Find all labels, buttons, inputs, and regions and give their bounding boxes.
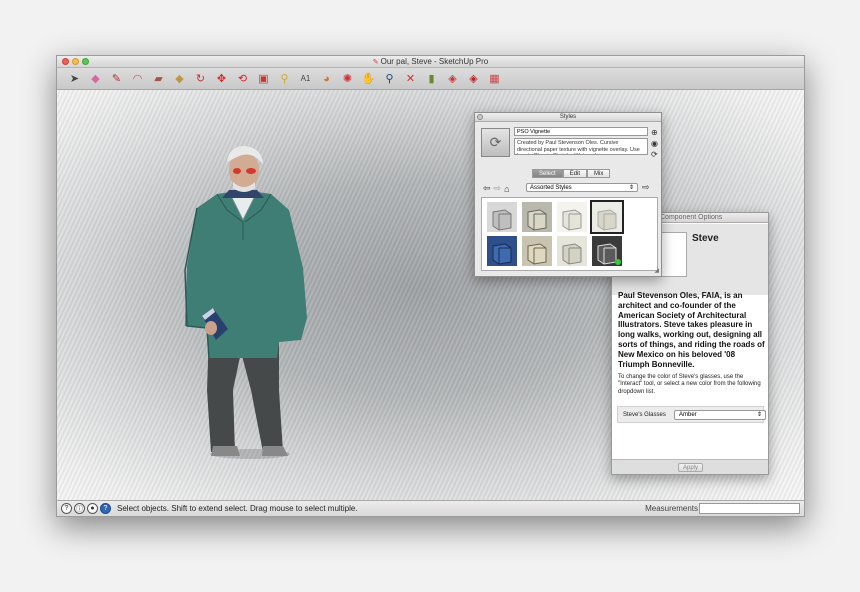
tab-mix[interactable]: Mix: [587, 169, 611, 178]
details-arrow-icon[interactable]: ⇨: [642, 182, 650, 193]
component-name: Steve: [692, 233, 719, 244]
user-icon[interactable]: ●: [87, 503, 98, 514]
style-thumbnail[interactable]: [522, 236, 552, 266]
apply-button[interactable]: Apply: [678, 463, 703, 472]
main-toolbar: ➤ ◆ ✎ ◠ ▰ ◆ ↻ ✥ ⟲ ▣ ⚲ A1 ◕ ✺ ✋ ⚲ ✕ ▮ ◈ ◈…: [57, 68, 804, 90]
refresh-icon: ⟳: [489, 134, 502, 150]
measurements-input[interactable]: [699, 503, 800, 514]
styles-title: Styles: [559, 114, 577, 120]
status-bar: ? ⓘ ● ? Select objects. Shift to extend …: [57, 500, 804, 516]
select-arrows-icon: ⇕: [756, 412, 762, 418]
document-icon: ✎: [372, 59, 379, 66]
glasses-color-select[interactable]: Amber ⇕: [674, 410, 766, 420]
style-side-icons: ⊕ ◉ ⟳: [651, 128, 658, 159]
styles-panel: Styles ⟳ PSO Vignette Created by Paul St…: [474, 112, 662, 277]
styles-close-button[interactable]: [477, 114, 483, 120]
reload-style-icon[interactable]: ⟳: [651, 150, 658, 159]
glasses-attribute-label: Steve's Glasses: [623, 412, 666, 418]
help-icon[interactable]: ?: [100, 503, 111, 514]
update-style-icon[interactable]: ◉: [651, 139, 658, 148]
style-thumbnails-grid: [481, 197, 658, 271]
style-thumbnail[interactable]: [557, 202, 587, 232]
style-thumbnail[interactable]: [592, 236, 622, 266]
styles-title-bar[interactable]: Styles: [475, 113, 661, 122]
select-icon[interactable]: ➤: [64, 70, 85, 88]
style-thumbnail[interactable]: [557, 236, 587, 266]
section-plane-icon[interactable]: ▮: [421, 70, 442, 88]
style-library-select[interactable]: Assorted Styles ⇕: [526, 183, 638, 192]
orbit-icon[interactable]: ✺: [337, 70, 358, 88]
geo-location-icon[interactable]: ?: [61, 503, 72, 514]
style-description-field[interactable]: Created by Paul Stevenson Oles. Cursive …: [514, 138, 648, 155]
home-icon[interactable]: ⌂: [504, 184, 509, 194]
selected-style-thumbnail[interactable]: [590, 200, 624, 234]
3d-warehouse-icon[interactable]: ◈: [442, 70, 463, 88]
tape-measure-icon[interactable]: ⚲: [274, 70, 295, 88]
rectangle-icon[interactable]: ▰: [148, 70, 169, 88]
eraser-icon[interactable]: ◆: [85, 70, 106, 88]
tab-edit[interactable]: Edit: [562, 169, 588, 178]
pan-icon[interactable]: ✋: [358, 70, 379, 88]
paint-bucket-icon[interactable]: ◕: [316, 70, 337, 88]
credits-icon[interactable]: ⓘ: [74, 503, 85, 514]
push-pull-icon[interactable]: ◆: [169, 70, 190, 88]
style-preview-thumbnail[interactable]: ⟳: [481, 128, 510, 157]
rotate-icon[interactable]: ⟲: [232, 70, 253, 88]
zoom-icon[interactable]: ⚲: [379, 70, 400, 88]
window-title-text: Our pal, Steve - SketchUp Pro: [380, 57, 489, 66]
title-bar[interactable]: ✎ Our pal, Steve - SketchUp Pro: [57, 56, 804, 68]
text-icon[interactable]: A1: [295, 70, 316, 88]
component-bio: Paul Stevenson Oles, FAIA, is an archite…: [618, 291, 765, 369]
component-footer: Apply: [612, 459, 768, 474]
forward-arrow-icon[interactable]: ⇨: [494, 183, 502, 194]
style-thumbnail[interactable]: [487, 202, 517, 232]
glasses-color-value: Amber: [679, 412, 697, 418]
resize-handle-icon[interactable]: ◢: [654, 267, 659, 274]
create-style-icon[interactable]: ⊕: [651, 128, 658, 137]
style-thumbnail[interactable]: [487, 236, 517, 266]
styles-tabs: Select Edit Mix: [532, 169, 611, 178]
window-title: ✎ Our pal, Steve - SketchUp Pro: [57, 57, 804, 66]
move-icon[interactable]: ✥: [211, 70, 232, 88]
steve-person-graphic: [184, 146, 307, 459]
extension-warehouse-icon[interactable]: ◈: [463, 70, 484, 88]
style-name-field[interactable]: PSO Vignette: [514, 127, 648, 136]
pencil-icon[interactable]: ✎: [106, 70, 127, 88]
component-note: To change the color of Steve's glasses, …: [618, 374, 761, 395]
tab-select[interactable]: Select: [532, 169, 563, 178]
scale-icon[interactable]: ▣: [253, 70, 274, 88]
follow-me-icon[interactable]: ↻: [190, 70, 211, 88]
layout-icon[interactable]: ▦: [484, 70, 505, 88]
back-arrow-icon[interactable]: ⇦: [483, 183, 491, 194]
style-thumbnail[interactable]: [522, 202, 552, 232]
select-arrows-icon: ⇕: [628, 185, 634, 191]
status-text: Select objects. Shift to extend select. …: [117, 504, 358, 513]
arc-icon[interactable]: ◠: [127, 70, 148, 88]
style-library-value: Assorted Styles: [530, 185, 572, 191]
glasses-attribute-row: Steve's Glasses Amber ⇕: [617, 406, 766, 423]
measurements-label: Measurements: [645, 504, 698, 513]
library-nav: ⇦ ⇨ ⌂: [483, 183, 510, 194]
zoom-extents-icon[interactable]: ✕: [400, 70, 421, 88]
